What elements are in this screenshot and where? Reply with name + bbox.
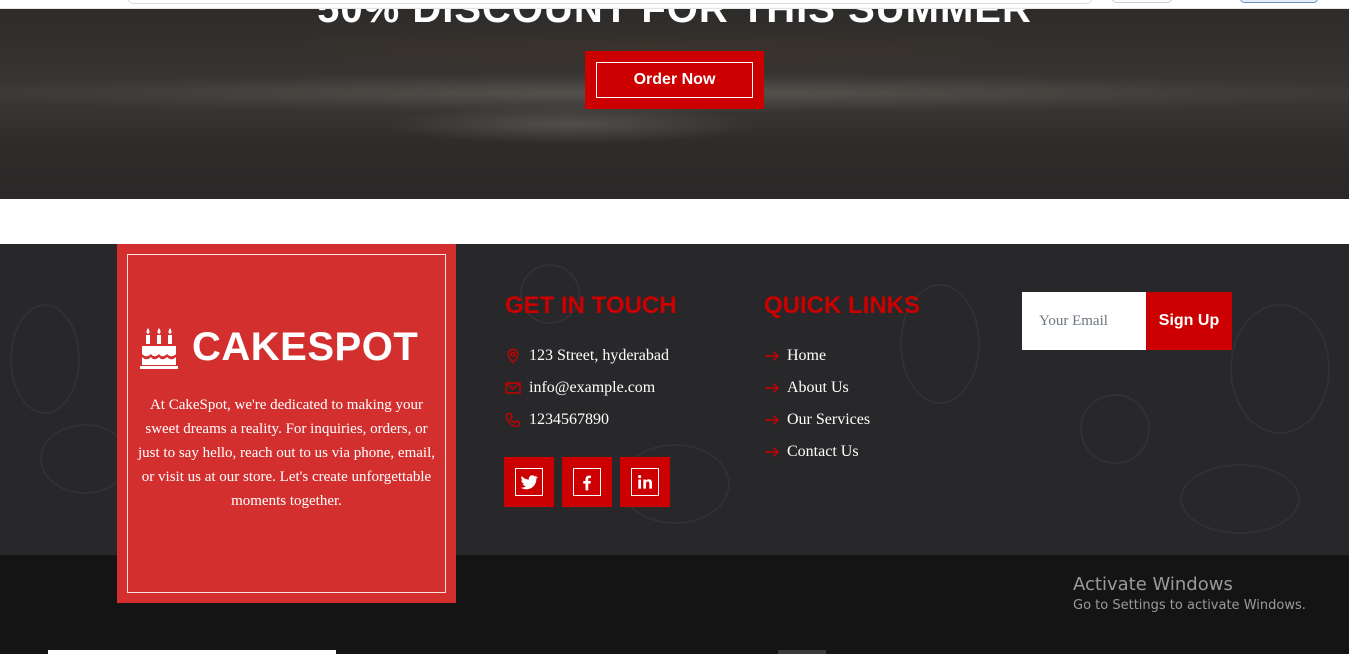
- contact-phone[interactable]: 1234567890: [505, 411, 609, 429]
- phone-icon: [505, 412, 521, 428]
- order-now-button[interactable]: Order Now: [585, 51, 764, 109]
- brand-name: CAKESPOT: [192, 325, 419, 369]
- linkedin-link[interactable]: [620, 457, 670, 507]
- newsletter-email-input[interactable]: [1022, 292, 1146, 350]
- footer-background-doodle: [10, 304, 80, 414]
- contact-address: 123 Street, hyderabad: [505, 347, 669, 365]
- contact-email-text[interactable]: info@example.com: [529, 379, 655, 397]
- facebook-link[interactable]: [562, 457, 612, 507]
- windows-activation-watermark: Activate Windows Go to Settings to activ…: [1073, 574, 1306, 616]
- brand-logo[interactable]: CAKESPOT: [140, 325, 418, 370]
- quick-link-contact[interactable]: Contact Us: [764, 443, 859, 461]
- quick-link-label[interactable]: Our Services: [787, 411, 870, 429]
- quick-link-label[interactable]: Home: [787, 347, 826, 365]
- scroll-indicator: [48, 650, 336, 654]
- footer-background-doodle: [1230, 304, 1330, 434]
- arrow-right-icon: [764, 446, 780, 458]
- twitter-icon: [515, 468, 543, 496]
- arrow-right-icon: [764, 350, 780, 362]
- hero-background-texture: [380, 104, 760, 144]
- toolbar-button[interactable]: [1240, 0, 1318, 3]
- address-bar[interactable]: [128, 0, 1092, 4]
- signup-button[interactable]: Sign Up: [1146, 292, 1232, 350]
- activation-subtitle: Go to Settings to activate Windows.: [1073, 598, 1306, 613]
- promo-banner: 50% DISCOUNT FOR THIS SUMMER Order Now: [0, 9, 1349, 199]
- quick-link-home[interactable]: Home: [764, 347, 826, 365]
- arrow-right-icon: [764, 414, 780, 426]
- twitter-link[interactable]: [504, 457, 554, 507]
- contact-phone-text[interactable]: 1234567890: [529, 411, 609, 429]
- map-pin-icon: [505, 348, 521, 364]
- contact-address-text: 123 Street, hyderabad: [529, 347, 669, 364]
- arrow-right-icon: [764, 382, 780, 394]
- quick-link-label[interactable]: Contact Us: [787, 443, 859, 461]
- quick-link-label[interactable]: About Us: [787, 379, 849, 397]
- contact-email[interactable]: info@example.com: [505, 379, 655, 397]
- envelope-icon: [505, 380, 521, 396]
- footer-background-doodle: [1180, 464, 1300, 534]
- get-in-touch-heading: GET IN TOUCH: [505, 292, 677, 319]
- quick-link-about[interactable]: About Us: [764, 379, 849, 397]
- toolbar-button[interactable]: [1112, 0, 1172, 3]
- quick-link-services[interactable]: Our Services: [764, 411, 870, 429]
- footer-background-doodle: [1080, 394, 1150, 464]
- order-now-label: Order Now: [596, 62, 753, 98]
- linkedin-icon: [631, 468, 659, 496]
- promo-title: 50% DISCOUNT FOR THIS SUMMER: [317, 9, 1032, 31]
- scroll-indicator: [778, 650, 826, 654]
- birthday-cake-icon: [140, 327, 178, 369]
- quick-links-heading: QUICK LINKS: [764, 292, 920, 319]
- activation-title: Activate Windows: [1073, 574, 1233, 595]
- browser-top-strip: [0, 0, 1349, 9]
- facebook-icon: [573, 468, 601, 496]
- brand-description: At CakeSpot, we're dedicated to making y…: [137, 397, 436, 509]
